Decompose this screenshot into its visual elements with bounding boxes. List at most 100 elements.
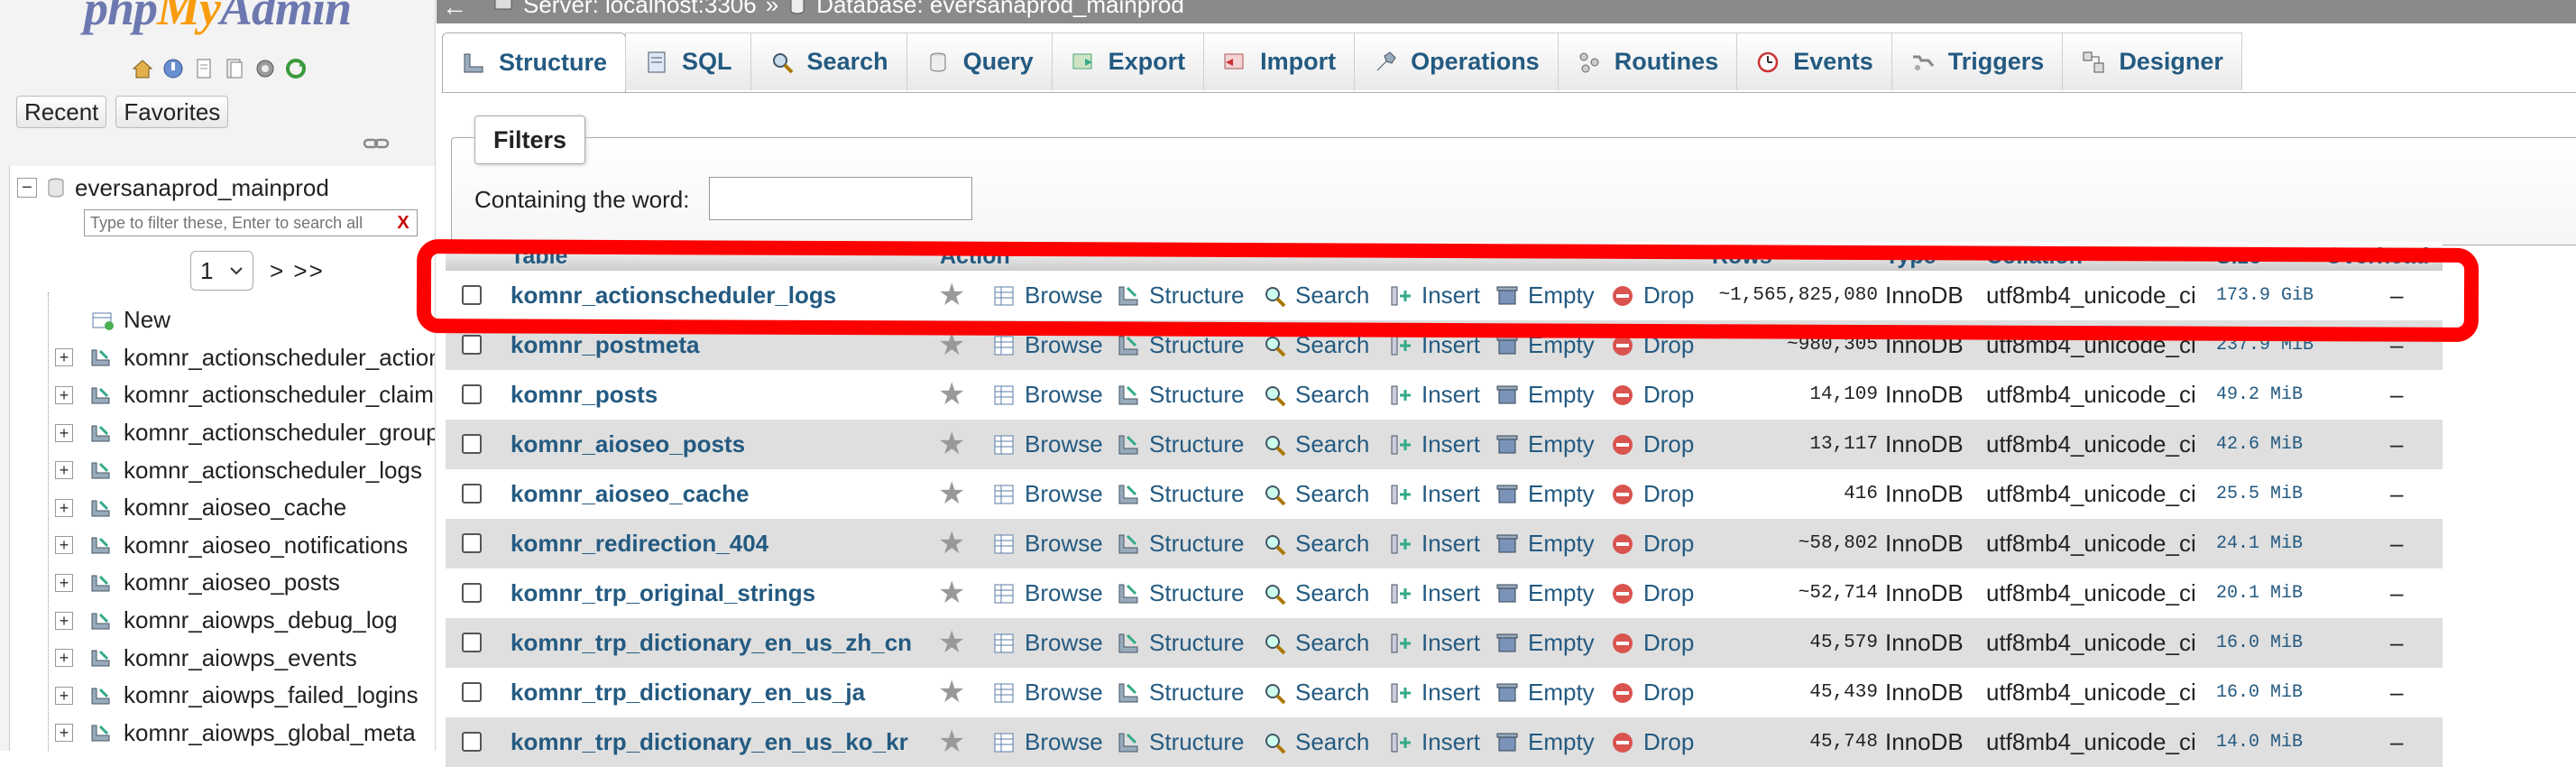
header-overhead[interactable]: Overhead	[2325, 242, 2429, 271]
row-checkbox[interactable]	[462, 583, 482, 603]
page-select[interactable]: 1	[190, 251, 253, 291]
browse-action[interactable]: Browse	[992, 420, 1103, 469]
insert-action[interactable]: Insert	[1389, 370, 1480, 420]
expand-icon[interactable]: +	[55, 649, 73, 668]
table-name-link[interactable]: komnr_aioseo_posts	[511, 420, 745, 469]
insert-action[interactable]: Insert	[1389, 717, 1480, 767]
structure-action[interactable]: Structure	[1117, 370, 1245, 420]
expand-icon[interactable]: +	[55, 573, 73, 592]
sql-docs-icon[interactable]	[222, 56, 247, 81]
empty-action[interactable]: Empty	[1495, 370, 1595, 420]
browse-action[interactable]: Browse	[992, 717, 1103, 767]
favorite-star-icon[interactable]: ★	[938, 568, 965, 618]
back-arrow-icon[interactable]: ←	[442, 0, 467, 22]
insert-action[interactable]: Insert	[1389, 519, 1480, 568]
header-collation[interactable]: Collation	[1986, 242, 2083, 271]
insert-action[interactable]: Insert	[1389, 668, 1480, 717]
table-structure-icon[interactable]	[89, 535, 113, 555]
structure-action[interactable]: Structure	[1117, 519, 1245, 568]
empty-action[interactable]: Empty	[1495, 717, 1595, 767]
structure-action[interactable]: Structure	[1117, 420, 1245, 469]
search-action[interactable]: Search	[1263, 370, 1369, 420]
empty-action[interactable]: Empty	[1495, 568, 1595, 618]
table-size[interactable]: 16.0 MiB	[2216, 668, 2303, 717]
insert-action[interactable]: Insert	[1389, 320, 1480, 370]
link-with-main-panel-icon[interactable]	[363, 135, 390, 152]
header-size[interactable]: Size	[2216, 242, 2261, 271]
row-checkbox[interactable]	[462, 335, 482, 355]
search-action[interactable]: Search	[1263, 320, 1369, 370]
table-structure-icon[interactable]	[89, 385, 113, 405]
table-structure-icon[interactable]	[89, 648, 113, 668]
favorite-star-icon[interactable]: ★	[938, 320, 965, 370]
empty-action[interactable]: Empty	[1495, 420, 1595, 469]
expand-icon[interactable]: +	[55, 461, 73, 480]
browse-action[interactable]: Browse	[992, 568, 1103, 618]
table-name-link[interactable]: komnr_posts	[511, 370, 658, 420]
favorite-star-icon[interactable]: ★	[938, 618, 965, 668]
table-size[interactable]: 24.1 MiB	[2216, 519, 2303, 568]
tree-table-item[interactable]: + komnr_aioseo_posts	[10, 564, 435, 602]
table-structure-icon[interactable]	[89, 423, 113, 443]
phpmyadmin-logo[interactable]: phpMyAdmin	[0, 0, 435, 36]
expand-icon[interactable]: +	[55, 385, 73, 404]
row-checkbox[interactable]	[462, 633, 482, 652]
empty-action[interactable]: Empty	[1495, 618, 1595, 668]
tab-import[interactable]: Import	[1203, 32, 1356, 90]
tab-sql[interactable]: SQL	[625, 32, 751, 90]
empty-action[interactable]: Empty	[1495, 320, 1595, 370]
tree-table-item[interactable]: + komnr_actionscheduler_claims	[10, 376, 435, 414]
header-table[interactable]: Table	[511, 242, 567, 271]
table-structure-icon[interactable]	[89, 611, 113, 631]
browse-action[interactable]: Browse	[992, 271, 1103, 320]
home-icon[interactable]	[130, 56, 155, 81]
table-size[interactable]: 237.9 MiB	[2216, 320, 2314, 370]
expand-icon[interactable]: +	[55, 498, 73, 517]
table-structure-icon[interactable]	[89, 498, 113, 518]
search-action[interactable]: Search	[1263, 469, 1369, 519]
tree-table-item[interactable]: + komnr_aiowps_global_meta	[10, 715, 435, 751]
logout-icon[interactable]	[161, 56, 186, 81]
breadcrumb-server[interactable]: Server: localhost:3306	[523, 0, 757, 19]
drop-action[interactable]: Drop	[1611, 271, 1694, 320]
database-node[interactable]: − eversanaprod_mainprod	[17, 171, 329, 204]
expand-icon[interactable]: +	[55, 724, 73, 743]
containing-word-input[interactable]	[709, 177, 972, 220]
empty-action[interactable]: Empty	[1495, 668, 1595, 717]
search-action[interactable]: Search	[1263, 568, 1369, 618]
tree-table-name[interactable]: komnr_aiowps_global_meta	[124, 719, 416, 747]
table-name-link[interactable]: komnr_aioseo_cache	[511, 469, 749, 519]
expand-icon[interactable]: +	[55, 611, 73, 630]
insert-action[interactable]: Insert	[1389, 618, 1480, 668]
table-size[interactable]: 20.1 MiB	[2216, 568, 2303, 618]
structure-action[interactable]: Structure	[1117, 271, 1245, 320]
browse-action[interactable]: Browse	[992, 519, 1103, 568]
tree-table-name[interactable]: komnr_actionscheduler_groups	[124, 419, 435, 447]
next-page-link[interactable]: > >>	[270, 257, 325, 285]
table-name-link[interactable]: komnr_trp_dictionary_en_us_ja	[511, 668, 865, 717]
drop-action[interactable]: Drop	[1611, 320, 1694, 370]
drop-action[interactable]: Drop	[1611, 519, 1694, 568]
tree-table-name[interactable]: komnr_actionscheduler_logs	[124, 457, 422, 485]
expand-icon[interactable]: +	[55, 348, 73, 367]
recent-tab[interactable]: Recent	[16, 96, 107, 128]
table-filter-input[interactable]	[84, 209, 418, 236]
collapse-icon[interactable]: −	[17, 178, 37, 198]
clear-filter-button[interactable]: X	[392, 211, 414, 235]
tree-table-item[interactable]: + komnr_actionscheduler_logs	[10, 451, 435, 489]
settings-icon[interactable]	[253, 56, 278, 81]
breadcrumb-database[interactable]: Database: eversanaprod_mainprod	[816, 0, 1184, 19]
favorite-star-icon[interactable]: ★	[938, 717, 965, 767]
drop-action[interactable]: Drop	[1611, 420, 1694, 469]
new-table-item[interactable]: New	[10, 301, 435, 339]
insert-action[interactable]: Insert	[1389, 420, 1480, 469]
insert-action[interactable]: Insert	[1389, 271, 1480, 320]
table-name-link[interactable]: komnr_trp_original_strings	[511, 568, 815, 618]
table-structure-icon[interactable]	[89, 347, 113, 367]
drop-action[interactable]: Drop	[1611, 717, 1694, 767]
table-structure-icon[interactable]	[89, 460, 113, 480]
favorite-star-icon[interactable]: ★	[938, 668, 965, 717]
tree-table-item[interactable]: + komnr_aiowps_debug_log	[10, 602, 435, 640]
tree-table-name[interactable]: komnr_aioseo_notifications	[124, 531, 408, 559]
favorite-star-icon[interactable]: ★	[938, 370, 965, 420]
